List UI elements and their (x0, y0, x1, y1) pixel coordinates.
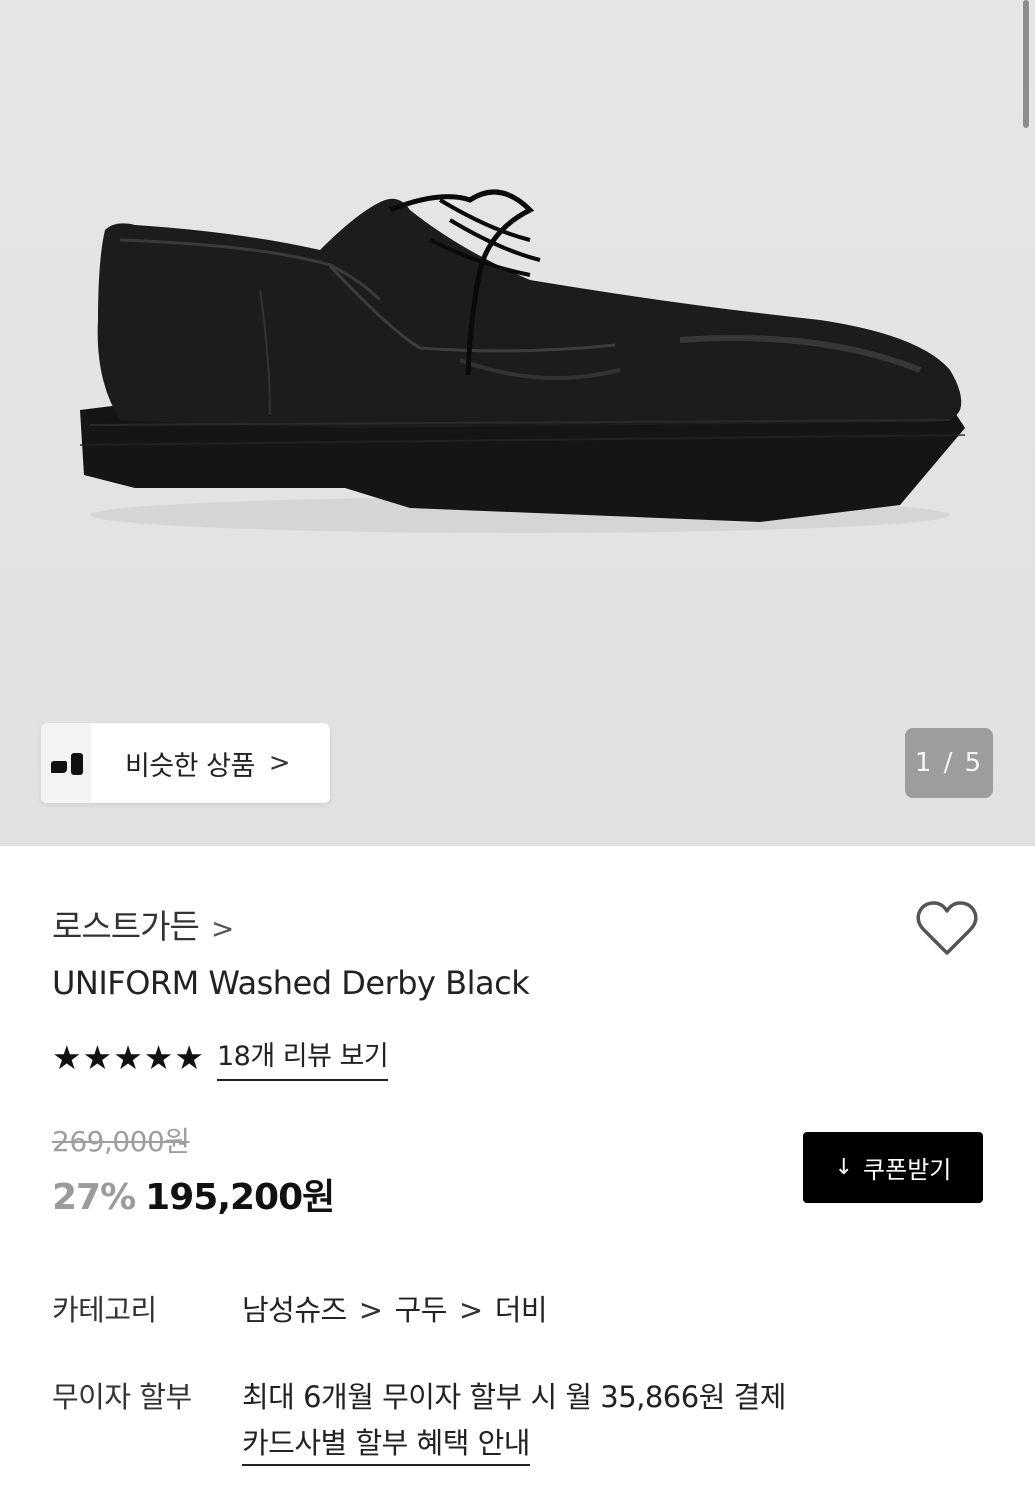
category-link[interactable]: 남성슈즈 (242, 1293, 347, 1327)
scrollbar[interactable] (1023, 0, 1029, 128)
product-image (79, 189, 966, 533)
coupon-label: 쿠폰받기 (863, 1156, 952, 1184)
product-title: UNIFORM Washed Derby Black (52, 964, 530, 1002)
category-label: 카테고리 (52, 1293, 157, 1327)
card-benefits-link[interactable]: 카드사별 할부 혜택 안내 (242, 1420, 530, 1466)
category-link[interactable]: 더비 (495, 1293, 548, 1327)
category-link[interactable]: 구두 (395, 1293, 448, 1327)
similar-products-button[interactable]: 비슷한 상품 > (41, 723, 330, 803)
similar-products-label: 비슷한 상품 (125, 750, 255, 782)
chevron-right-icon: > (358, 1293, 383, 1327)
chevron-right-icon: > (210, 912, 234, 945)
original-price: 269,000원 (52, 1125, 190, 1158)
star-icon: ★ (82, 1038, 113, 1077)
brand-name: 로스트가든 (52, 907, 200, 946)
chevron-right-icon: > (458, 1293, 483, 1327)
similar-product-thumbnail (41, 723, 91, 803)
star-icon: ★ (174, 1038, 204, 1077)
heart-icon[interactable] (916, 900, 978, 958)
star-icon: ★ (52, 1038, 82, 1077)
rating-row: ★ ★ ★ ★ ★ 18개 리뷰 보기 (52, 1034, 389, 1081)
coupon-button[interactable]: ↓ 쿠폰받기 (803, 1132, 983, 1203)
sale-price: 195,200원 (145, 1177, 335, 1218)
installment-label: 무이자 할부 (52, 1380, 192, 1414)
chevron-right-icon: > (268, 748, 291, 778)
image-counter: 1 / 5 (905, 728, 993, 798)
category-breadcrumb: 남성슈즈 > 구두 > 더비 (242, 1287, 548, 1329)
brand-link[interactable]: 로스트가든 > (52, 900, 234, 948)
reviews-link[interactable]: 18개 리뷰 보기 (216, 1034, 389, 1081)
price-row: 27% 195,200원 (52, 1168, 335, 1220)
star-icon: ★ (113, 1038, 143, 1077)
installment-text: 최대 6개월 무이자 할부 시 월 35,866원 결제 (242, 1380, 786, 1414)
star-icon: ★ (143, 1038, 174, 1077)
star-rating: ★ ★ ★ ★ ★ (52, 1041, 205, 1074)
download-icon: ↓ (834, 1155, 854, 1180)
product-image-gallery[interactable]: 비슷한 상품 > 1 / 5 (0, 0, 1035, 846)
discount-rate: 27% (52, 1177, 136, 1218)
